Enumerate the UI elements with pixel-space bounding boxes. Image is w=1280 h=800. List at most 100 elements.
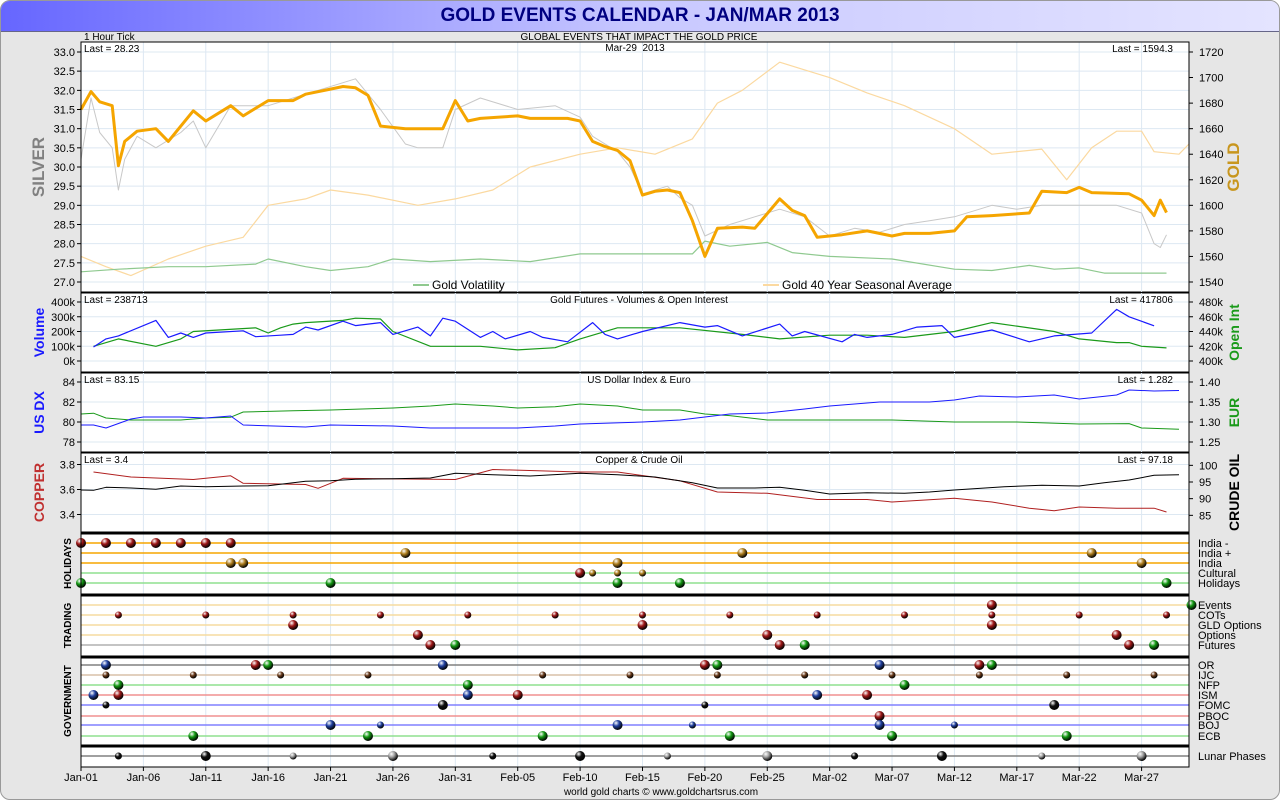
right-tick-label: 1680 — [1199, 98, 1223, 110]
event-marker-ijc — [277, 671, 285, 679]
left-tick-label: 33.0 — [54, 47, 75, 59]
event-marker-cultural — [638, 569, 646, 577]
right-tick-label: 1.40 — [1199, 377, 1220, 389]
event-marker-cots — [1163, 611, 1171, 619]
event-marker-lunar-phases — [114, 752, 122, 760]
event-marker-ijc — [189, 671, 197, 679]
left-tick-label: 300k — [51, 312, 75, 324]
x-tick-label: Mar-17 — [999, 772, 1034, 784]
x-tick-label: Feb-25 — [750, 772, 785, 784]
last-left-value: Last = 28.23 — [84, 44, 140, 55]
event-panel — [81, 657, 1189, 745]
panel-title: US Dollar Index & Euro — [587, 375, 691, 386]
legend-volatility: Gold Volatility — [432, 278, 505, 292]
left-axis-label: Volume — [31, 308, 47, 358]
event-marker-india- — [400, 548, 411, 558]
left-tick-label: 28.0 — [54, 239, 75, 251]
right-tick-label: 400k — [1199, 356, 1223, 368]
left-tick-label: 29.5 — [54, 181, 75, 193]
event-marker-ijc — [888, 671, 896, 679]
right-axis-label: Open Int — [1226, 304, 1242, 361]
x-tick-label: Jan-06 — [127, 772, 161, 784]
event-marker-cots — [638, 611, 646, 619]
event-marker-or — [974, 660, 985, 670]
event-marker-ijc — [1063, 671, 1071, 679]
right-tick-label: 90 — [1199, 494, 1211, 506]
left-tick-label: 200k — [51, 327, 75, 339]
event-marker-ism — [88, 690, 99, 700]
right-tick-label: 1540 — [1199, 277, 1223, 289]
event-marker-india- — [125, 538, 136, 548]
x-tick-label: Mar-12 — [937, 772, 972, 784]
event-marker-cots — [901, 611, 909, 619]
event-marker-cots — [289, 611, 297, 619]
event-marker-gld-options — [986, 620, 997, 630]
event-marker-boj — [612, 720, 623, 730]
event-marker-futures — [1149, 640, 1160, 650]
event-marker-futures — [425, 640, 436, 650]
event-marker-events — [986, 600, 997, 610]
x-tick-label: Jan-11 — [189, 772, 222, 784]
right-tick-label: 1620 — [1199, 175, 1223, 187]
event-marker-lunar-phases — [1038, 752, 1046, 760]
event-marker-fomc — [437, 700, 448, 710]
left-tick-label: 28.5 — [54, 220, 75, 232]
event-marker-lunar-phases — [289, 752, 297, 760]
event-marker-options — [1111, 630, 1122, 640]
left-tick-label: 31.0 — [54, 124, 75, 136]
event-marker-fomc — [102, 701, 110, 709]
x-tick-label: Jan-31 — [439, 772, 473, 784]
last-right-value: Last = 417806 — [1109, 295, 1173, 306]
event-marker-ijc — [364, 671, 372, 679]
event-marker-ism — [113, 690, 124, 700]
event-marker-gld-options — [637, 620, 648, 630]
event-marker-ecb — [1061, 731, 1072, 741]
event-marker-ijc — [1150, 671, 1158, 679]
event-marker-futures — [1124, 640, 1135, 650]
right-tick-label: 95 — [1199, 477, 1211, 489]
event-marker-ijc — [713, 671, 721, 679]
x-tick-label: Jan-01 — [64, 772, 98, 784]
event-marker-or — [250, 660, 261, 670]
event-marker-lunar-phases — [936, 751, 947, 761]
left-tick-label: 80 — [63, 417, 75, 429]
event-marker-boj — [688, 721, 696, 729]
event-marker-cots — [813, 611, 821, 619]
chart-window: GOLD EVENTS CALENDAR - JAN/MAR 2013 27.0… — [0, 0, 1280, 800]
event-marker-india- — [100, 538, 111, 548]
event-marker-lunar-phases — [663, 752, 671, 760]
event-marker-ijc — [626, 671, 634, 679]
event-marker-cultural — [589, 569, 597, 577]
event-marker-lunar-phases — [762, 751, 773, 761]
event-marker-ecb — [362, 731, 373, 741]
event-marker-fomc — [1049, 700, 1060, 710]
event-marker-holidays — [1161, 578, 1172, 588]
left-tick-label: 78 — [63, 437, 75, 449]
right-tick-label: 440k — [1199, 327, 1223, 339]
event-marker-india- — [150, 538, 161, 548]
event-marker-india- — [175, 538, 186, 548]
event-marker-india — [1136, 558, 1147, 568]
x-tick-label: Mar-27 — [1124, 772, 1159, 784]
event-marker-cultural — [614, 569, 622, 577]
event-marker-futures — [450, 640, 461, 650]
event-marker-pboc — [874, 711, 885, 721]
event-marker-or — [100, 660, 111, 670]
last-right-value: Last = 1.282 — [1118, 375, 1174, 386]
panel-title: Gold Futures - Volumes & Open Interest — [550, 295, 728, 306]
x-tick-label: Mar-22 — [1062, 772, 1097, 784]
event-marker-cots — [202, 611, 210, 619]
right-tick-label: 1.35 — [1199, 397, 1220, 409]
event-marker-holidays — [325, 578, 336, 588]
x-tick-label: Mar-07 — [875, 772, 910, 784]
tick-interval-label: 1 Hour Tick — [84, 32, 136, 43]
event-marker-cots — [726, 611, 734, 619]
left-tick-label: 29.0 — [54, 200, 75, 212]
right-axis-label: EUR — [1226, 398, 1242, 428]
event-marker-ism — [512, 690, 523, 700]
event-marker-india- — [225, 538, 236, 548]
x-tick-label: Jan-21 — [314, 772, 348, 784]
event-marker-holidays — [612, 578, 623, 588]
left-tick-label: 3.4 — [60, 510, 75, 522]
right-tick-label: 1660 — [1199, 124, 1223, 136]
